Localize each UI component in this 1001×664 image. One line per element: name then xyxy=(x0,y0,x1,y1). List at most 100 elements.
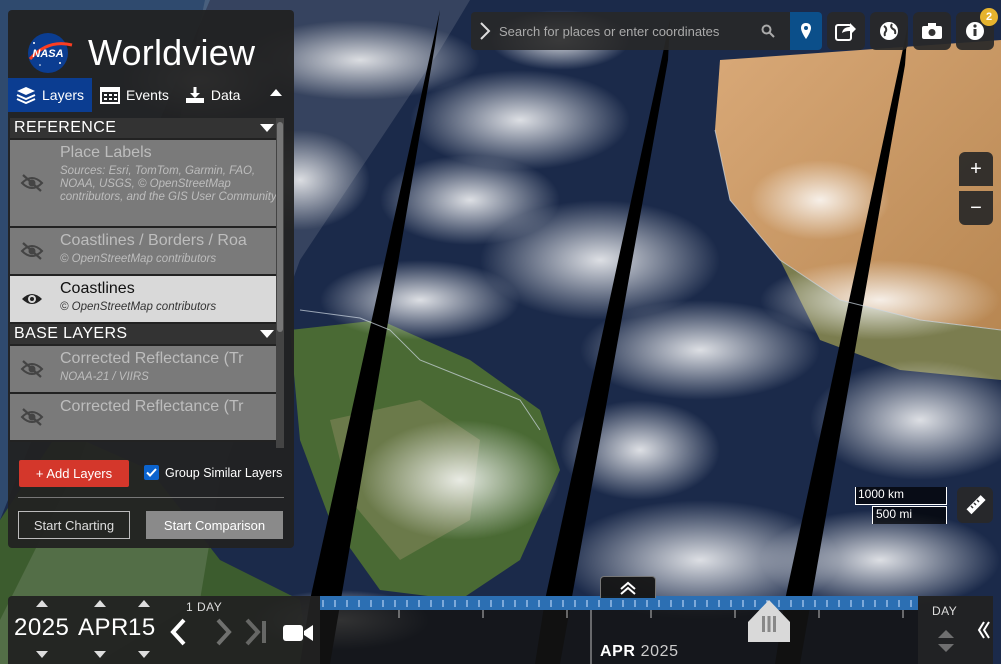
group-similar-layers-toggle[interactable]: Group Similar Layers xyxy=(144,465,282,480)
year-down-arrow[interactable] xyxy=(36,651,48,658)
sidebar-panel: NASA Worldview Layers Events Data REFERE… xyxy=(8,10,294,548)
tab-layers-label: Layers xyxy=(42,87,85,103)
layer-item[interactable]: Corrected Reflectance (Tr NOAA-21 / VIIR… xyxy=(10,346,284,394)
check-icon xyxy=(146,468,157,477)
checkbox[interactable] xyxy=(144,465,159,480)
search-icon[interactable] xyxy=(761,24,775,38)
tab-data-label: Data xyxy=(210,87,241,103)
eye-slash-icon[interactable] xyxy=(10,394,54,440)
skip-forward-icon[interactable] xyxy=(243,618,271,646)
layer-name: Coastlines / Borders / Roa xyxy=(60,232,247,249)
layer-name: Corrected Reflectance (Tr xyxy=(60,350,244,367)
add-layers-button[interactable]: + Add Layers xyxy=(19,460,129,487)
zoom-in-button[interactable]: + xyxy=(959,152,993,186)
layer-source: © OpenStreetMap contributors xyxy=(60,253,217,265)
eye-slash-icon[interactable] xyxy=(10,228,54,274)
month-down-arrow[interactable] xyxy=(94,651,106,658)
tab-data[interactable]: Data xyxy=(177,78,249,112)
tab-events-label: Events xyxy=(126,87,169,103)
layers-icon xyxy=(16,87,36,104)
group-title: BASE LAYERS xyxy=(14,325,128,342)
timeline: 2025 APR 15 1 DAY APR 2025 DAY xyxy=(8,576,993,664)
month-up-arrow[interactable] xyxy=(94,600,106,607)
group-similar-label: Group Similar Layers xyxy=(165,465,283,480)
year-up-arrow[interactable] xyxy=(36,600,48,607)
info-button[interactable]: 2 xyxy=(956,8,998,50)
scrollbar-thumb[interactable] xyxy=(277,122,283,332)
camera-icon xyxy=(922,23,942,39)
share-icon xyxy=(835,23,856,41)
double-chevron-left-icon xyxy=(977,621,990,639)
timeline-axis[interactable]: APR 2025 xyxy=(320,596,918,664)
timeline-collapse-button[interactable] xyxy=(974,596,993,664)
globe-icon xyxy=(880,22,898,40)
date-selector: 2025 APR 15 1 DAY xyxy=(8,596,320,664)
group-header-reference[interactable]: REFERENCE xyxy=(10,118,284,140)
chevron-up-icon xyxy=(270,89,282,96)
year-input[interactable]: 2025 xyxy=(14,614,69,642)
projection-button[interactable] xyxy=(870,12,908,50)
chevron-right-icon[interactable] xyxy=(475,12,497,50)
layer-source: NOAA-21 / VIIRS xyxy=(60,371,149,383)
eye-slash-icon[interactable] xyxy=(10,346,54,392)
scale-mi: 500 mi xyxy=(872,506,947,524)
caret-down-icon xyxy=(260,124,274,132)
start-charting-button[interactable]: Start Charting xyxy=(18,511,130,539)
location-pin-button[interactable] xyxy=(790,12,822,50)
timeline-month-label: APR 2025 xyxy=(600,643,679,661)
day-input[interactable]: 15 xyxy=(128,614,156,642)
eye-icon[interactable] xyxy=(10,276,54,322)
caret-down-icon xyxy=(260,330,274,338)
share-button[interactable] xyxy=(827,12,865,50)
map-pin-icon xyxy=(801,23,811,39)
svg-text:NASA: NASA xyxy=(32,48,63,60)
brand: NASA Worldview xyxy=(24,22,255,84)
timeline-zoom-level[interactable]: DAY xyxy=(918,596,974,664)
ruler-icon xyxy=(966,495,986,515)
layer-item[interactable]: Coastlines © OpenStreetMap contributors xyxy=(10,276,284,324)
chevron-right-icon[interactable] xyxy=(212,618,234,646)
layer-name: Coastlines xyxy=(60,280,135,297)
month-input[interactable]: APR xyxy=(78,614,129,642)
layer-list[interactable]: REFERENCE Place Labels Sources: Esri, To… xyxy=(10,118,284,448)
layer-name: Corrected Reflectance (Tr xyxy=(60,398,244,415)
search-input[interactable] xyxy=(499,23,761,39)
axis-month: APR xyxy=(600,643,636,660)
layer-source: © OpenStreetMap contributors xyxy=(60,301,217,313)
interval-selector[interactable]: 1 DAY xyxy=(186,600,222,614)
layer-item[interactable]: Place Labels Sources: Esri, TomTom, Garm… xyxy=(10,140,284,228)
sidebar-tabs: Layers Events Data xyxy=(8,78,294,112)
double-chevron-up-icon xyxy=(620,581,636,595)
day-down-arrow[interactable] xyxy=(138,651,150,658)
zoom-level-label: DAY xyxy=(932,604,958,618)
tab-events[interactable]: Events xyxy=(92,78,177,112)
group-header-base-layers[interactable]: BASE LAYERS xyxy=(10,324,284,346)
nasa-logo[interactable]: NASA xyxy=(24,31,76,75)
notification-badge: 2 xyxy=(980,8,998,26)
app-title: Worldview xyxy=(88,32,256,73)
scale-km: 1000 km xyxy=(855,487,947,505)
layer-source: Sources: Esri, TomTom, Garmin, FAO, NOAA… xyxy=(60,165,277,203)
download-icon xyxy=(185,87,204,103)
timeline-expand-button[interactable] xyxy=(600,576,656,598)
layer-item[interactable]: Coastlines / Borders / Roa © OpenStreetM… xyxy=(10,228,284,276)
video-camera-icon[interactable] xyxy=(282,622,314,644)
snapshot-button[interactable] xyxy=(913,12,951,50)
axis-year: 2025 xyxy=(640,643,679,660)
collapse-panel-button[interactable] xyxy=(266,82,286,102)
eye-slash-icon[interactable] xyxy=(10,140,54,226)
layer-list-scrollbar[interactable] xyxy=(276,118,284,448)
measure-button[interactable] xyxy=(957,487,993,523)
layer-item[interactable]: Corrected Reflectance (Tr xyxy=(10,394,284,442)
divider xyxy=(18,497,284,498)
tab-layers[interactable]: Layers xyxy=(8,78,93,112)
day-up-arrow[interactable] xyxy=(138,600,150,607)
timeline-draggable-handle[interactable] xyxy=(746,596,792,644)
zoom-out-button[interactable]: − xyxy=(959,191,993,225)
group-title: REFERENCE xyxy=(14,119,117,136)
chevron-left-icon[interactable] xyxy=(168,618,190,646)
calendar-icon xyxy=(100,87,121,104)
start-comparison-button[interactable]: Start Comparison xyxy=(146,511,283,539)
search-bar xyxy=(471,12,790,50)
zoom-level-arrows[interactable] xyxy=(936,628,956,654)
